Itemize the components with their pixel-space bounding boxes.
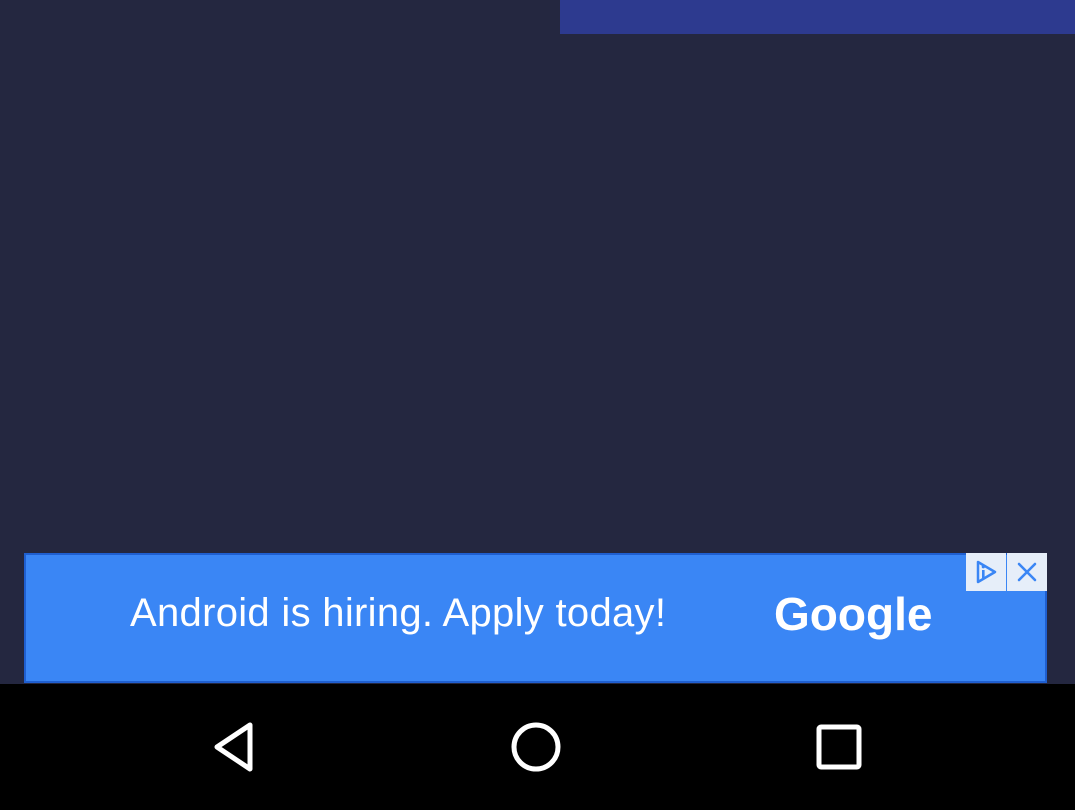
nav-back-button[interactable] <box>175 684 295 810</box>
ad-choices-icon <box>976 560 997 584</box>
home-circle-icon <box>511 722 561 772</box>
nav-recents-button[interactable] <box>779 684 899 810</box>
system-navigation-bar <box>0 684 1075 810</box>
top-right-bar[interactable] <box>560 0 1075 34</box>
back-triangle-icon <box>214 722 253 772</box>
ad-text: Android is hiring. Apply today! <box>130 591 667 635</box>
close-icon <box>1017 562 1037 582</box>
recents-square-icon <box>816 724 862 770</box>
nav-home-button[interactable] <box>476 684 596 810</box>
ad-choices-button[interactable] <box>966 553 1006 591</box>
ad-banner[interactable]: Android is hiring. Apply today! Google <box>24 553 1047 683</box>
ad-brand-label: Google <box>774 588 933 640</box>
ad-close-button[interactable] <box>1007 553 1047 591</box>
